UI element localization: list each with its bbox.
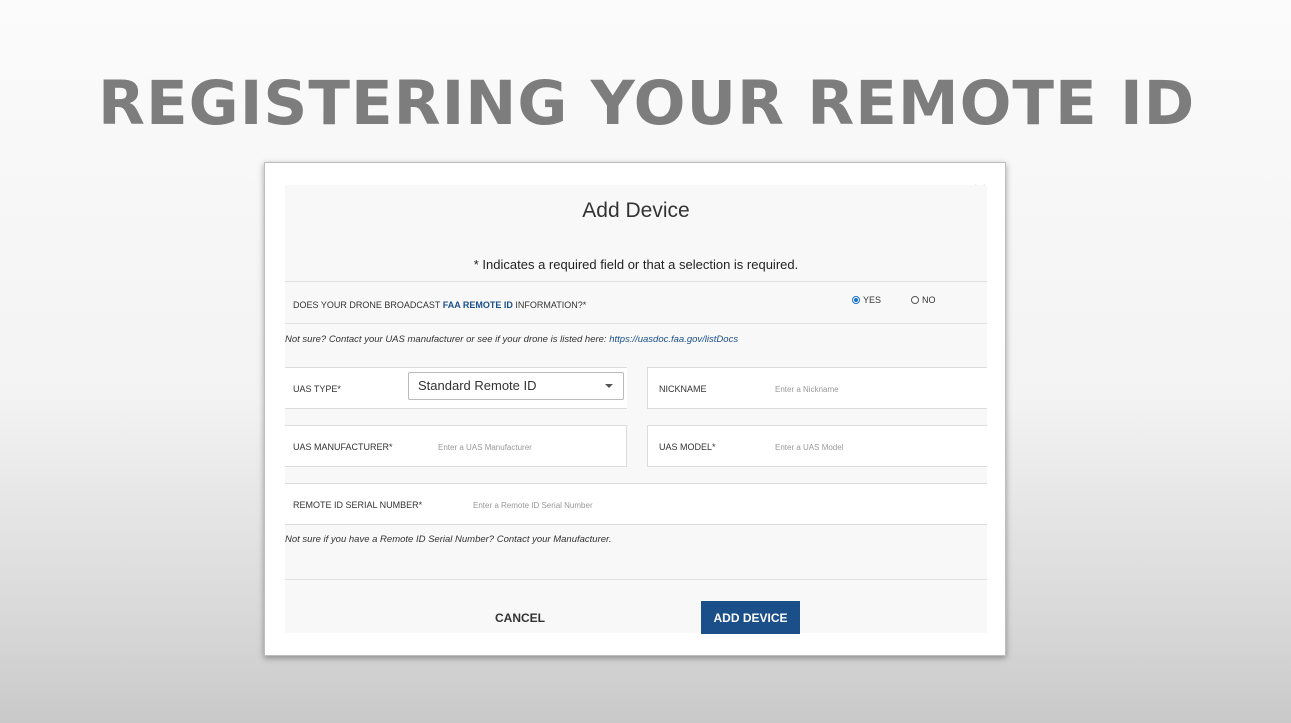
radio-no-label: NO xyxy=(922,295,936,305)
manufacturer-label: UAS MANUFACTURER* xyxy=(293,442,393,452)
radio-selected-icon[interactable] xyxy=(852,296,860,304)
radio-unselected-icon[interactable] xyxy=(911,296,919,304)
slide-title: REGISTERING YOUR REMOTE ID xyxy=(98,68,1196,139)
divider xyxy=(285,579,987,580)
model-input[interactable] xyxy=(775,440,975,454)
uas-type-label: UAS TYPE* xyxy=(293,384,341,394)
dialog-body: Add Device * Indicates a required field … xyxy=(285,185,987,633)
divider xyxy=(285,323,987,324)
cancel-button[interactable]: CANCEL xyxy=(479,604,561,632)
manufacturer-input[interactable] xyxy=(438,440,618,454)
dialog-title: Add Device xyxy=(582,199,690,222)
radio-no[interactable]: NO xyxy=(911,295,936,305)
required-note: * Indicates a required field or that a s… xyxy=(473,257,799,272)
radio-yes-label: YES xyxy=(863,295,882,305)
radio-yes[interactable]: YES xyxy=(852,295,881,305)
serial-label: REMOTE ID SERIAL NUMBER* xyxy=(293,500,423,510)
divider xyxy=(285,281,987,282)
uas-type-value: Standard Remote ID xyxy=(418,378,537,393)
model-label: UAS MODEL* xyxy=(659,442,716,452)
serial-input[interactable] xyxy=(473,498,773,512)
nickname-label: NICKNAME xyxy=(659,384,707,394)
uas-hint: Not sure? Contact your UAS manufacturer … xyxy=(285,334,738,345)
uas-hint-text: Not sure? Contact your UAS manufacturer … xyxy=(285,334,610,345)
add-device-dialog: × Add Device * Indicates a required fiel… xyxy=(264,162,1006,656)
uas-type-select[interactable]: Standard Remote ID xyxy=(408,372,624,400)
broadcast-question-prefix: DOES YOUR DRONE BROADCAST xyxy=(293,300,443,310)
serial-hint: Not sure if you have a Remote ID Serial … xyxy=(285,534,612,545)
broadcast-question: DOES YOUR DRONE BROADCAST FAA REMOTE ID … xyxy=(293,300,586,310)
uas-doc-link[interactable]: https://uasdoc.faa.gov/listDocs xyxy=(609,334,738,345)
add-device-button[interactable]: ADD DEVICE xyxy=(701,601,800,634)
nickname-input[interactable] xyxy=(775,382,975,396)
chevron-down-icon xyxy=(605,384,613,388)
faa-remote-id-link[interactable]: FAA REMOTE ID xyxy=(443,300,513,310)
broadcast-question-suffix: INFORMATION?* xyxy=(512,300,587,310)
